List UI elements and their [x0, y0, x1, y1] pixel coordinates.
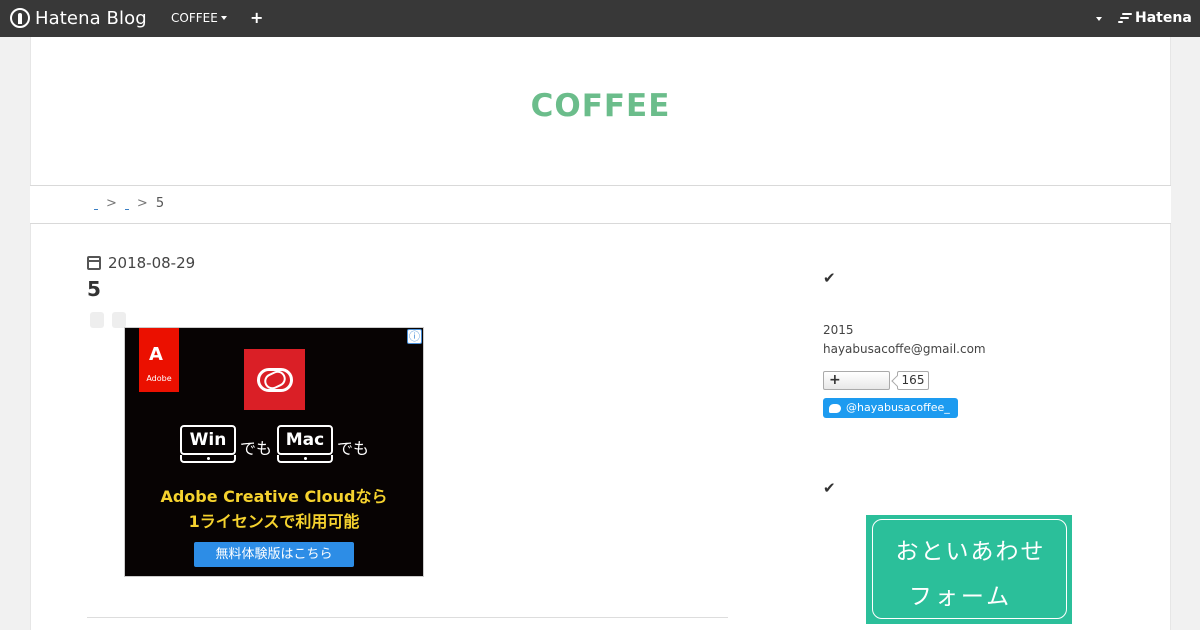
breadcrumb-link-category[interactable] [124, 208, 129, 210]
ad-info-icon[interactable]: ⓘ [407, 329, 422, 344]
breadcrumb-separator: > [136, 196, 148, 211]
logo-text: Hatena Blog [35, 7, 147, 29]
blog-menu-label: COFFEE [171, 11, 218, 25]
ad-subheadline: 1ライセンスで利用可能 [188, 512, 360, 531]
adobe-ad-banner[interactable]: ⓘ A Adobe Win でも Mac でも Adobe Creative C… [124, 327, 424, 577]
mac-label: Mac [277, 425, 333, 455]
twitter-handle: @hayabusacoffee_ [846, 401, 950, 414]
hatena-logo-icon [10, 8, 30, 28]
adobe-wordmark: Adobe [146, 374, 172, 383]
follow-button[interactable]: + [823, 371, 890, 390]
check-icon: ✔ [823, 269, 836, 287]
share-button-placeholder[interactable] [112, 312, 126, 328]
article-divider [87, 617, 728, 618]
monitor-icon-win: Win [180, 425, 236, 467]
blog-menu-dropdown[interactable]: COFFEE [171, 11, 227, 25]
global-header: Hatena Blog COFFEE + Hatena [0, 0, 1200, 37]
chevron-down-icon [220, 16, 227, 20]
follower-count[interactable]: 165 [897, 371, 929, 390]
hatena-brand-link[interactable]: Hatena [1118, 10, 1192, 26]
hatena-blog-logo[interactable]: Hatena Blog [10, 6, 147, 30]
profile-email: hayabusacoffe@gmail.com [823, 342, 986, 356]
hatena-brand-icon [1118, 12, 1132, 24]
entry-date[interactable]: 2018-08-29 [87, 254, 195, 272]
monitor-icon-mac: Mac [277, 425, 333, 467]
contact-line-2: フォーム [908, 584, 1013, 610]
contact-form-banner[interactable]: おといあわせ フォーム [866, 515, 1072, 624]
breadcrumb-link-top[interactable] [94, 208, 98, 210]
add-entry-icon[interactable]: + [250, 9, 263, 27]
win-label: Win [180, 425, 236, 455]
adobe-logo: A Adobe [139, 328, 179, 392]
entry-title[interactable]: 5 [87, 277, 101, 301]
calendar-icon [87, 256, 101, 270]
twitter-follow-button[interactable]: @hayabusacoffee_ [823, 398, 958, 418]
hatena-brand-label: Hatena [1135, 10, 1192, 26]
blog-title[interactable]: COFFEE [31, 88, 1170, 124]
demo-text: でも [337, 439, 370, 458]
profile-year: 2015 [823, 323, 854, 337]
breadcrumb: > > 5 [30, 185, 1171, 224]
demo-text: でも [240, 439, 273, 458]
page-container: COFFEE > > 5 2018-08-29 5 ⓘ A Adobe Win … [30, 37, 1171, 630]
check-icon: ✔ [823, 479, 836, 497]
breadcrumb-current: 5 [155, 196, 165, 211]
ad-headline: Adobe Creative Cloudなら [160, 487, 388, 506]
creative-cloud-icon [244, 349, 305, 410]
breadcrumb-separator: > [106, 196, 117, 211]
twitter-bird-icon [829, 403, 841, 413]
ad-cta-button[interactable]: 無料体験版はこちら [194, 542, 354, 567]
contact-line-1: おといあわせ [895, 539, 1046, 565]
entry-date-text: 2018-08-29 [108, 254, 196, 272]
adobe-mark: A [149, 344, 163, 365]
user-menu-chevron-down-icon[interactable] [1096, 17, 1102, 21]
share-button-placeholder[interactable] [90, 312, 104, 328]
